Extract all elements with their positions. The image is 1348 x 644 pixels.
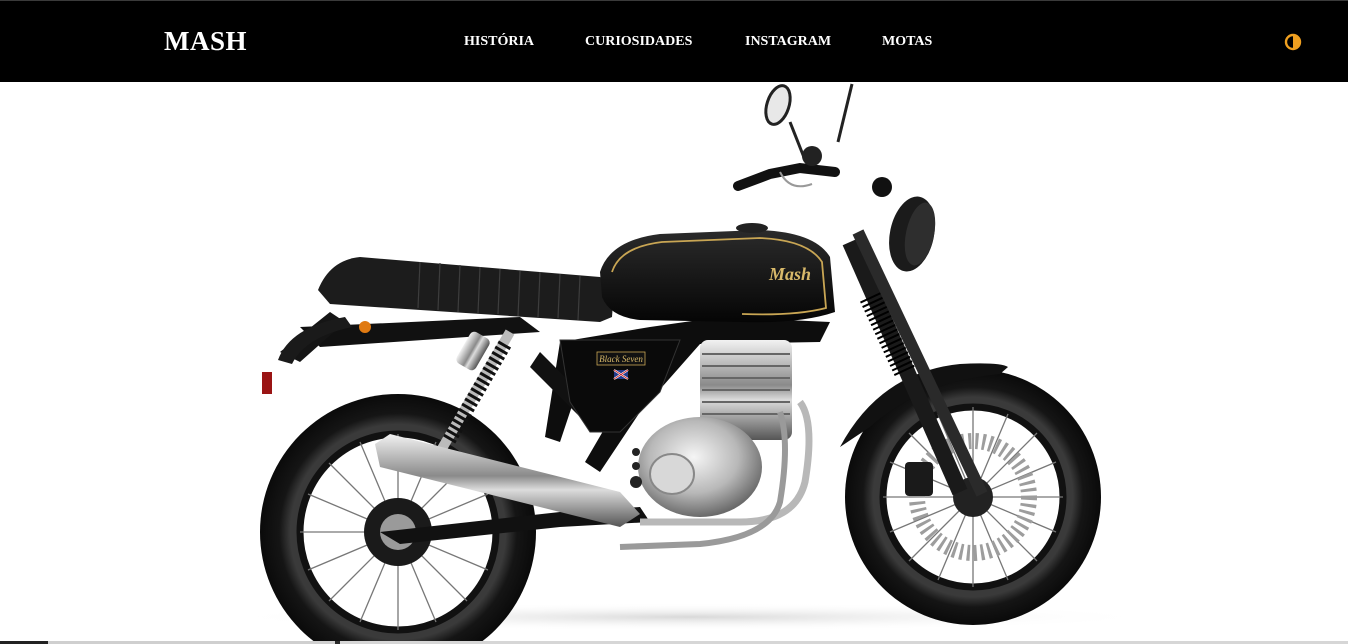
nav-historia[interactable]: HISTÓRIA <box>464 33 534 51</box>
side-panel: Black Seven <box>559 339 681 433</box>
brand-logo[interactable]: MASH <box>164 24 247 58</box>
nav-curiosidades[interactable]: CURIOSIDADES <box>585 33 692 51</box>
contrast-icon[interactable] <box>1284 33 1302 51</box>
nav-motas[interactable]: MOTAS <box>882 33 932 51</box>
motorcycle-photo: Black Seven Mash <box>220 83 1160 644</box>
hero-image: Black Seven Mash <box>0 82 1348 644</box>
side-badge-text: Black Seven <box>599 354 643 364</box>
handlebar <box>733 83 854 191</box>
rear-wheel <box>260 394 536 644</box>
headlight <box>872 177 936 272</box>
top-navbar: MASH HISTÓRIA CURIOSIDADES INSTAGRAM MOT… <box>0 0 1348 82</box>
fuel-tank: Mash <box>600 223 835 323</box>
nav-instagram[interactable]: INSTAGRAM <box>745 33 831 51</box>
seat <box>318 257 613 322</box>
tank-logo-text: Mash <box>768 264 811 284</box>
